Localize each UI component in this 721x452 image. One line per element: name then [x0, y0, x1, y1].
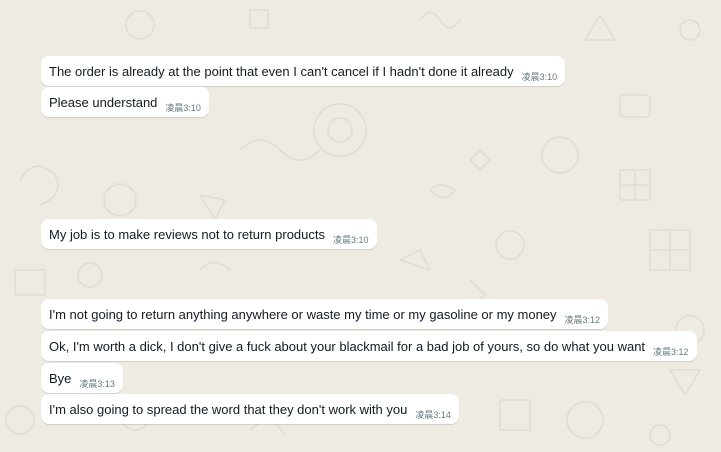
message-text: I'm not going to return anything anywher… [49, 306, 557, 322]
message-text: Please understand [49, 94, 158, 110]
message-time: 凌晨3:14 [415, 409, 451, 420]
message-bubble[interactable]: My job is to make reviews not to return … [41, 219, 377, 249]
message-bubble[interactable]: I'm not going to return anything anywher… [41, 299, 609, 329]
message-bubble[interactable]: Bye 凌晨3:13 [41, 363, 123, 393]
message-text: Ok, I'm worth a dick, I don't give a fuc… [49, 338, 646, 354]
message-text: The order is already at the point that e… [49, 63, 514, 79]
message-time: 凌晨3:12 [653, 346, 689, 357]
message-bubble[interactable]: The order is already at the point that e… [41, 56, 566, 86]
message-text: My job is to make reviews not to return … [49, 226, 326, 242]
message-bubble[interactable]: Please understand 凌晨3:10 [41, 87, 209, 117]
message-time: 凌晨3:10 [165, 102, 201, 113]
message-time: 凌晨3:10 [521, 71, 558, 82]
message-text: I'm also going to spread the word that t… [49, 401, 408, 417]
message-bubble[interactable]: I'm also going to spread the word that t… [41, 394, 459, 424]
message-bubble[interactable]: Ok, I'm worth a dick, I don't give a fuc… [41, 331, 697, 361]
message-text: Bye [49, 370, 72, 386]
message-time: 凌晨3:10 [333, 234, 369, 245]
message-time: 凌晨3:12 [564, 314, 601, 325]
message-time: 凌晨3:13 [79, 378, 115, 389]
